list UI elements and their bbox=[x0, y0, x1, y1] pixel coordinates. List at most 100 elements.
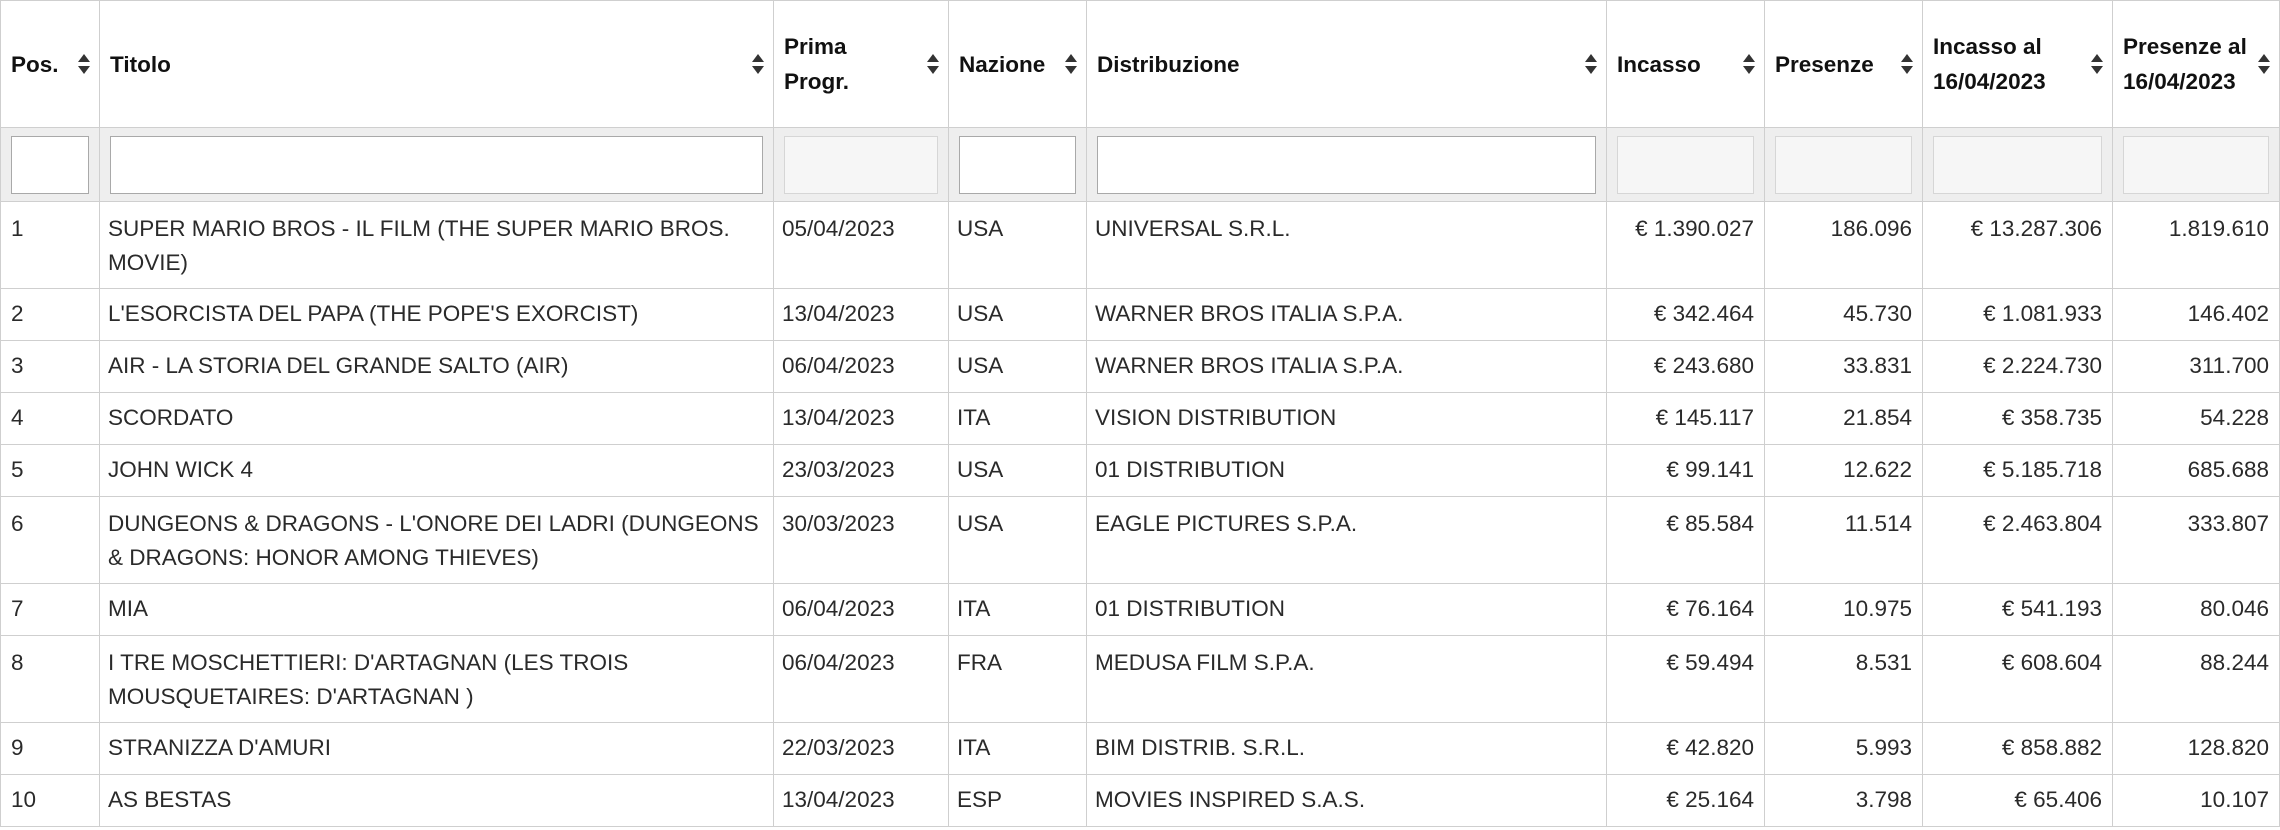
cell-distribuzione: EAGLE PICTURES S.P.A. bbox=[1086, 496, 1607, 584]
cell-pos: 1 bbox=[0, 201, 100, 289]
cell-incasso-al: € 1.081.933 bbox=[1922, 288, 2113, 341]
cell-presenze-al: 10.107 bbox=[2112, 774, 2280, 827]
sort-icon[interactable] bbox=[1900, 53, 1914, 75]
table-row: 5 JOHN WICK 4 23/03/2023 USA 01 DISTRIBU… bbox=[0, 444, 2280, 497]
cell-nazione: USA bbox=[948, 444, 1087, 497]
column-label: Distribuzione bbox=[1097, 51, 1240, 77]
cell-incasso: € 85.584 bbox=[1606, 496, 1765, 584]
cell-incasso: € 342.464 bbox=[1606, 288, 1765, 341]
column-label: Pos. bbox=[11, 51, 59, 77]
cell-nazione: USA bbox=[948, 201, 1087, 289]
cell-nazione: USA bbox=[948, 340, 1087, 393]
column-header-presenze[interactable]: Presenze bbox=[1764, 0, 1923, 128]
header-row: Pos. Titolo Prima Progr. Nazione Distrib… bbox=[0, 0, 2280, 128]
filter-distribuzione-input[interactable] bbox=[1097, 135, 1596, 194]
cell-presenze: 10.975 bbox=[1764, 583, 1923, 636]
cell-presenze-al: 128.820 bbox=[2112, 722, 2280, 775]
cell-incasso-al: € 2.224.730 bbox=[1922, 340, 2113, 393]
filter-titolo-input[interactable] bbox=[110, 135, 763, 194]
column-header-presenze-al[interactable]: Presenze al 16/04/2023 bbox=[2112, 0, 2280, 128]
filter-cell bbox=[1086, 127, 1607, 202]
cell-nazione: USA bbox=[948, 496, 1087, 584]
cell-prima-progr: 22/03/2023 bbox=[773, 722, 949, 775]
filter-cell bbox=[99, 127, 774, 202]
table-row: 6 DUNGEONS & DRAGONS - L'ONORE DEI LADRI… bbox=[0, 496, 2280, 584]
cell-titolo: SUPER MARIO BROS - IL FILM (THE SUPER MA… bbox=[99, 201, 774, 289]
cell-incasso-al: € 541.193 bbox=[1922, 583, 2113, 636]
cell-distribuzione: 01 DISTRIBUTION bbox=[1086, 444, 1607, 497]
column-label: Incasso al 16/04/2023 bbox=[1933, 34, 2046, 94]
cell-pos: 2 bbox=[0, 288, 100, 341]
cell-incasso: € 25.164 bbox=[1606, 774, 1765, 827]
column-label: Titolo bbox=[110, 51, 171, 77]
sort-icon[interactable] bbox=[1064, 53, 1078, 75]
sort-icon[interactable] bbox=[1584, 53, 1598, 75]
column-header-nazione[interactable]: Nazione bbox=[948, 0, 1087, 128]
table-row: 2 L'ESORCISTA DEL PAPA (THE POPE'S EXORC… bbox=[0, 288, 2280, 341]
cell-incasso-al: € 2.463.804 bbox=[1922, 496, 2113, 584]
cell-pos: 5 bbox=[0, 444, 100, 497]
column-header-distribuzione[interactable]: Distribuzione bbox=[1086, 0, 1607, 128]
column-header-incasso-al[interactable]: Incasso al 16/04/2023 bbox=[1922, 0, 2113, 128]
cell-incasso-al: € 858.882 bbox=[1922, 722, 2113, 775]
cell-distribuzione: WARNER BROS ITALIA S.P.A. bbox=[1086, 288, 1607, 341]
cell-titolo: SCORDATO bbox=[99, 392, 774, 445]
cell-pos: 4 bbox=[0, 392, 100, 445]
sort-icon[interactable] bbox=[1742, 53, 1756, 75]
filter-nazione-input[interactable] bbox=[959, 135, 1076, 194]
filter-cell bbox=[1922, 127, 2113, 202]
column-header-pos[interactable]: Pos. bbox=[0, 0, 100, 128]
cell-presenze: 5.993 bbox=[1764, 722, 1923, 775]
table-row: 9 STRANIZZA D'AMURI 22/03/2023 ITA BIM D… bbox=[0, 722, 2280, 775]
cell-titolo: AIR - LA STORIA DEL GRANDE SALTO (AIR) bbox=[99, 340, 774, 393]
column-label: Nazione bbox=[959, 51, 1046, 77]
column-header-incasso[interactable]: Incasso bbox=[1606, 0, 1765, 128]
cell-presenze: 33.831 bbox=[1764, 340, 1923, 393]
column-header-prima-progr[interactable]: Prima Progr. bbox=[773, 0, 949, 128]
cell-titolo: STRANIZZA D'AMURI bbox=[99, 722, 774, 775]
cell-nazione: ITA bbox=[948, 583, 1087, 636]
cell-distribuzione: BIM DISTRIB. S.R.L. bbox=[1086, 722, 1607, 775]
cell-presenze: 186.096 bbox=[1764, 201, 1923, 289]
cell-incasso: € 145.117 bbox=[1606, 392, 1765, 445]
cell-presenze-al: 1.819.610 bbox=[2112, 201, 2280, 289]
sort-icon[interactable] bbox=[2257, 53, 2271, 75]
cell-prima-progr: 30/03/2023 bbox=[773, 496, 949, 584]
sort-icon[interactable] bbox=[926, 53, 940, 75]
sort-icon[interactable] bbox=[2090, 53, 2104, 75]
cell-presenze-al: 685.688 bbox=[2112, 444, 2280, 497]
cell-pos: 3 bbox=[0, 340, 100, 393]
cell-nazione: USA bbox=[948, 288, 1087, 341]
cell-distribuzione: UNIVERSAL S.R.L. bbox=[1086, 201, 1607, 289]
cell-prima-progr: 05/04/2023 bbox=[773, 201, 949, 289]
cell-titolo: MIA bbox=[99, 583, 774, 636]
table-row: 8 I TRE MOSCHETTIERI: D'ARTAGNAN (LES TR… bbox=[0, 635, 2280, 723]
cell-incasso: € 1.390.027 bbox=[1606, 201, 1765, 289]
cell-incasso-al: € 5.185.718 bbox=[1922, 444, 2113, 497]
filter-incasso-input bbox=[1617, 135, 1754, 194]
box-office-table: Pos. Titolo Prima Progr. Nazione Distrib… bbox=[0, 0, 2280, 827]
column-header-titolo[interactable]: Titolo bbox=[99, 0, 774, 128]
cell-presenze-al: 54.228 bbox=[2112, 392, 2280, 445]
column-label: Presenze al 16/04/2023 bbox=[2123, 34, 2247, 94]
cell-pos: 10 bbox=[0, 774, 100, 827]
cell-prima-progr: 13/04/2023 bbox=[773, 288, 949, 341]
cell-presenze-al: 311.700 bbox=[2112, 340, 2280, 393]
filter-pos-input[interactable] bbox=[11, 135, 89, 194]
cell-pos: 7 bbox=[0, 583, 100, 636]
cell-titolo: JOHN WICK 4 bbox=[99, 444, 774, 497]
cell-incasso-al: € 13.287.306 bbox=[1922, 201, 2113, 289]
cell-incasso: € 99.141 bbox=[1606, 444, 1765, 497]
cell-presenze: 8.531 bbox=[1764, 635, 1923, 723]
cell-prima-progr: 06/04/2023 bbox=[773, 340, 949, 393]
cell-nazione: ITA bbox=[948, 392, 1087, 445]
filter-presenze-al-input bbox=[2123, 135, 2269, 194]
table-row: 4 SCORDATO 13/04/2023 ITA VISION DISTRIB… bbox=[0, 392, 2280, 445]
cell-presenze-al: 88.244 bbox=[2112, 635, 2280, 723]
table-row: 3 AIR - LA STORIA DEL GRANDE SALTO (AIR)… bbox=[0, 340, 2280, 393]
filter-incasso-al-input bbox=[1933, 135, 2102, 194]
sort-icon[interactable] bbox=[751, 53, 765, 75]
cell-incasso-al: € 65.406 bbox=[1922, 774, 2113, 827]
filter-presenze-input bbox=[1775, 135, 1912, 194]
sort-icon[interactable] bbox=[77, 53, 91, 75]
